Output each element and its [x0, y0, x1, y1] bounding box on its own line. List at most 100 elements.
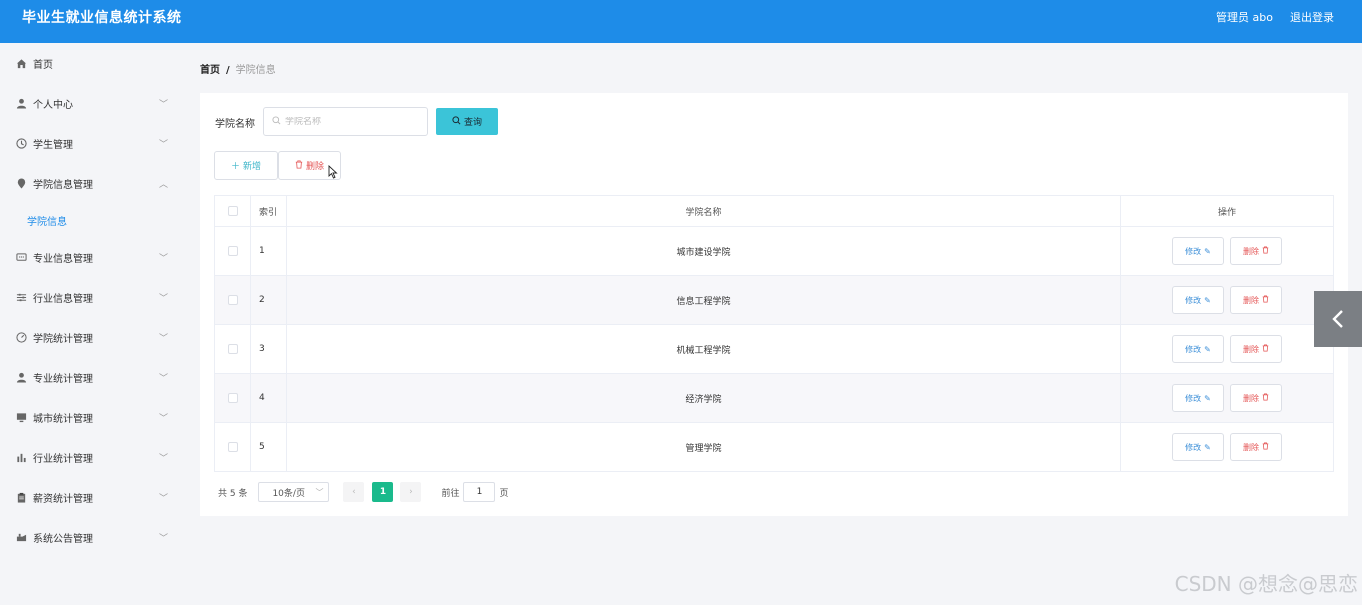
sidebar-item-profile[interactable]: 个人中心 ﹀	[0, 83, 184, 123]
sidebar-item-label: 行业统计管理	[33, 453, 93, 465]
trash-icon	[1262, 246, 1269, 256]
chevron-down-icon: ﹀	[158, 254, 168, 264]
row-checkbox[interactable]	[227, 393, 238, 403]
edit-button[interactable]: 修改 ✎	[1172, 335, 1224, 363]
row-index: 4	[251, 374, 287, 422]
edit-icon: ✎	[1204, 393, 1211, 403]
row-checkbox[interactable]	[227, 246, 238, 256]
row-college-name: 机械工程学院	[287, 325, 1121, 373]
row-checkbox[interactable]	[227, 295, 238, 305]
chevron-left-icon	[1332, 310, 1343, 328]
delete-label: 删除	[1243, 393, 1259, 403]
header-college-name: 学院名称	[287, 196, 1121, 226]
chevron-down-icon: ﹀	[158, 374, 168, 384]
total-count: 共 5 条	[218, 488, 248, 499]
sidebar-subitem-college-info[interactable]: 学院信息	[0, 203, 184, 237]
sidebar-item-major-stats[interactable]: 专业统计管理 ﹀	[0, 357, 184, 397]
sidebar-item-label: 个人中心	[33, 99, 73, 111]
sidebar-item-industry-info[interactable]: 行业信息管理 ﹀	[0, 277, 184, 317]
sidebar-item-label: 系统公告管理	[33, 533, 93, 545]
admin-user-label[interactable]: 管理员 abo	[1216, 9, 1273, 25]
row-checkbox-cell	[215, 227, 251, 275]
search-input[interactable]	[285, 116, 415, 127]
edit-label: 修改	[1185, 442, 1202, 452]
sidebar-item-label: 城市统计管理	[33, 413, 93, 425]
trash-icon	[1262, 295, 1269, 305]
sidebar-item-label: 首页	[33, 59, 53, 71]
row-college-name: 信息工程学院	[287, 276, 1121, 324]
chevron-up-icon: ︿	[158, 180, 168, 190]
edit-icon: ✎	[1204, 344, 1211, 354]
chevron-down-icon: ﹀	[158, 414, 168, 424]
row-index: 2	[251, 276, 287, 324]
collapse-panel-button[interactable]	[1314, 291, 1362, 347]
row-checkbox-cell	[215, 423, 251, 471]
table-row: 5 管理学院 修改 ✎ 删除	[215, 423, 1333, 472]
row-college-name: 经济学院	[287, 374, 1121, 422]
trash-icon	[1262, 393, 1269, 403]
breadcrumb-home[interactable]: 首页	[200, 65, 220, 76]
sidebar-item-students[interactable]: 学生管理 ﹀	[0, 123, 184, 163]
delete-label: 删除	[1243, 246, 1259, 256]
edit-button[interactable]: 修改 ✎	[1172, 237, 1224, 265]
sidebar-item-industry-stats[interactable]: 行业统计管理 ﹀	[0, 437, 184, 477]
add-button[interactable]: ＋ 新增	[214, 151, 278, 180]
delete-button[interactable]: 删除	[1230, 384, 1282, 412]
pagination: 共 5 条 10条/页 ﹀ ‹ 1 › 前往 页	[218, 482, 508, 502]
sidebar-item-salary-stats[interactable]: 薪资统计管理 ﹀	[0, 477, 184, 517]
location-icon	[15, 177, 27, 189]
query-button[interactable]: 查询	[436, 108, 498, 135]
delete-button[interactable]: 删除	[1230, 335, 1282, 363]
sidebar-item-notice[interactable]: 系统公告管理 ﹀	[0, 517, 184, 557]
row-operations: 修改 ✎ 删除	[1121, 374, 1333, 422]
row-index: 3	[251, 325, 287, 373]
edit-label: 修改	[1185, 393, 1202, 403]
chat-icon	[15, 251, 27, 263]
sidebar-item-major-info[interactable]: 专业信息管理 ﹀	[0, 237, 184, 277]
row-checkbox-cell	[215, 374, 251, 422]
next-page-button[interactable]: ›	[400, 482, 422, 502]
search-box[interactable]	[263, 107, 428, 136]
row-index: 5	[251, 423, 287, 471]
row-college-name: 管理学院	[287, 423, 1121, 471]
sidebar-item-city-stats[interactable]: 城市统计管理 ﹀	[0, 397, 184, 437]
chevron-down-icon: ﹀	[158, 334, 168, 344]
page-number-current[interactable]: 1	[372, 482, 394, 502]
page-size-select[interactable]: 10条/页 ﹀	[258, 482, 330, 502]
logout-link[interactable]: 退出登录	[1290, 9, 1334, 25]
delete-button[interactable]: 删除	[1230, 286, 1282, 314]
prev-page-button[interactable]: ‹	[343, 482, 365, 502]
chevron-down-icon: ﹀	[158, 534, 168, 544]
sidebar-item-label: 学生管理	[33, 139, 73, 151]
sidebar-item-label: 薪资统计管理	[33, 493, 93, 505]
row-checkbox[interactable]	[227, 442, 238, 452]
monitor-icon	[15, 411, 27, 423]
gauge-icon	[15, 331, 27, 343]
row-operations: 修改 ✎ 删除	[1121, 423, 1333, 471]
row-college-name: 城市建设学院	[287, 227, 1121, 275]
goto-page-input[interactable]	[463, 482, 496, 502]
sidebar-item-college-info[interactable]: 学院信息管理 ︿	[0, 163, 184, 203]
watermark-text: CSDN @想念@思恋	[1174, 572, 1358, 596]
chevron-left-icon: ‹	[352, 487, 356, 497]
home-icon	[15, 57, 27, 69]
edit-button[interactable]: 修改 ✎	[1172, 433, 1224, 461]
edit-button[interactable]: 修改 ✎	[1172, 286, 1224, 314]
plus-icon: ＋	[230, 162, 240, 172]
sidebar-item-home[interactable]: 首页	[0, 43, 184, 83]
row-checkbox-cell	[215, 276, 251, 324]
row-checkbox-cell	[215, 325, 251, 373]
select-all-checkbox[interactable]	[227, 206, 238, 216]
sidebar-item-college-stats[interactable]: 学院统计管理 ﹀	[0, 317, 184, 357]
trash-icon	[295, 160, 303, 172]
edit-button[interactable]: 修改 ✎	[1172, 384, 1224, 412]
breadcrumb-current: 学院信息	[235, 65, 276, 76]
chevron-down-icon: ﹀	[158, 454, 168, 464]
delete-button[interactable]: 删除	[1230, 433, 1282, 461]
row-checkbox[interactable]	[227, 344, 238, 354]
row-index: 1	[251, 227, 287, 275]
row-operations: 修改 ✎ 删除	[1121, 227, 1333, 275]
breadcrumb: 首页 / 学院信息	[200, 61, 276, 76]
search-icon	[272, 115, 281, 128]
delete-button[interactable]: 删除	[1230, 237, 1282, 265]
